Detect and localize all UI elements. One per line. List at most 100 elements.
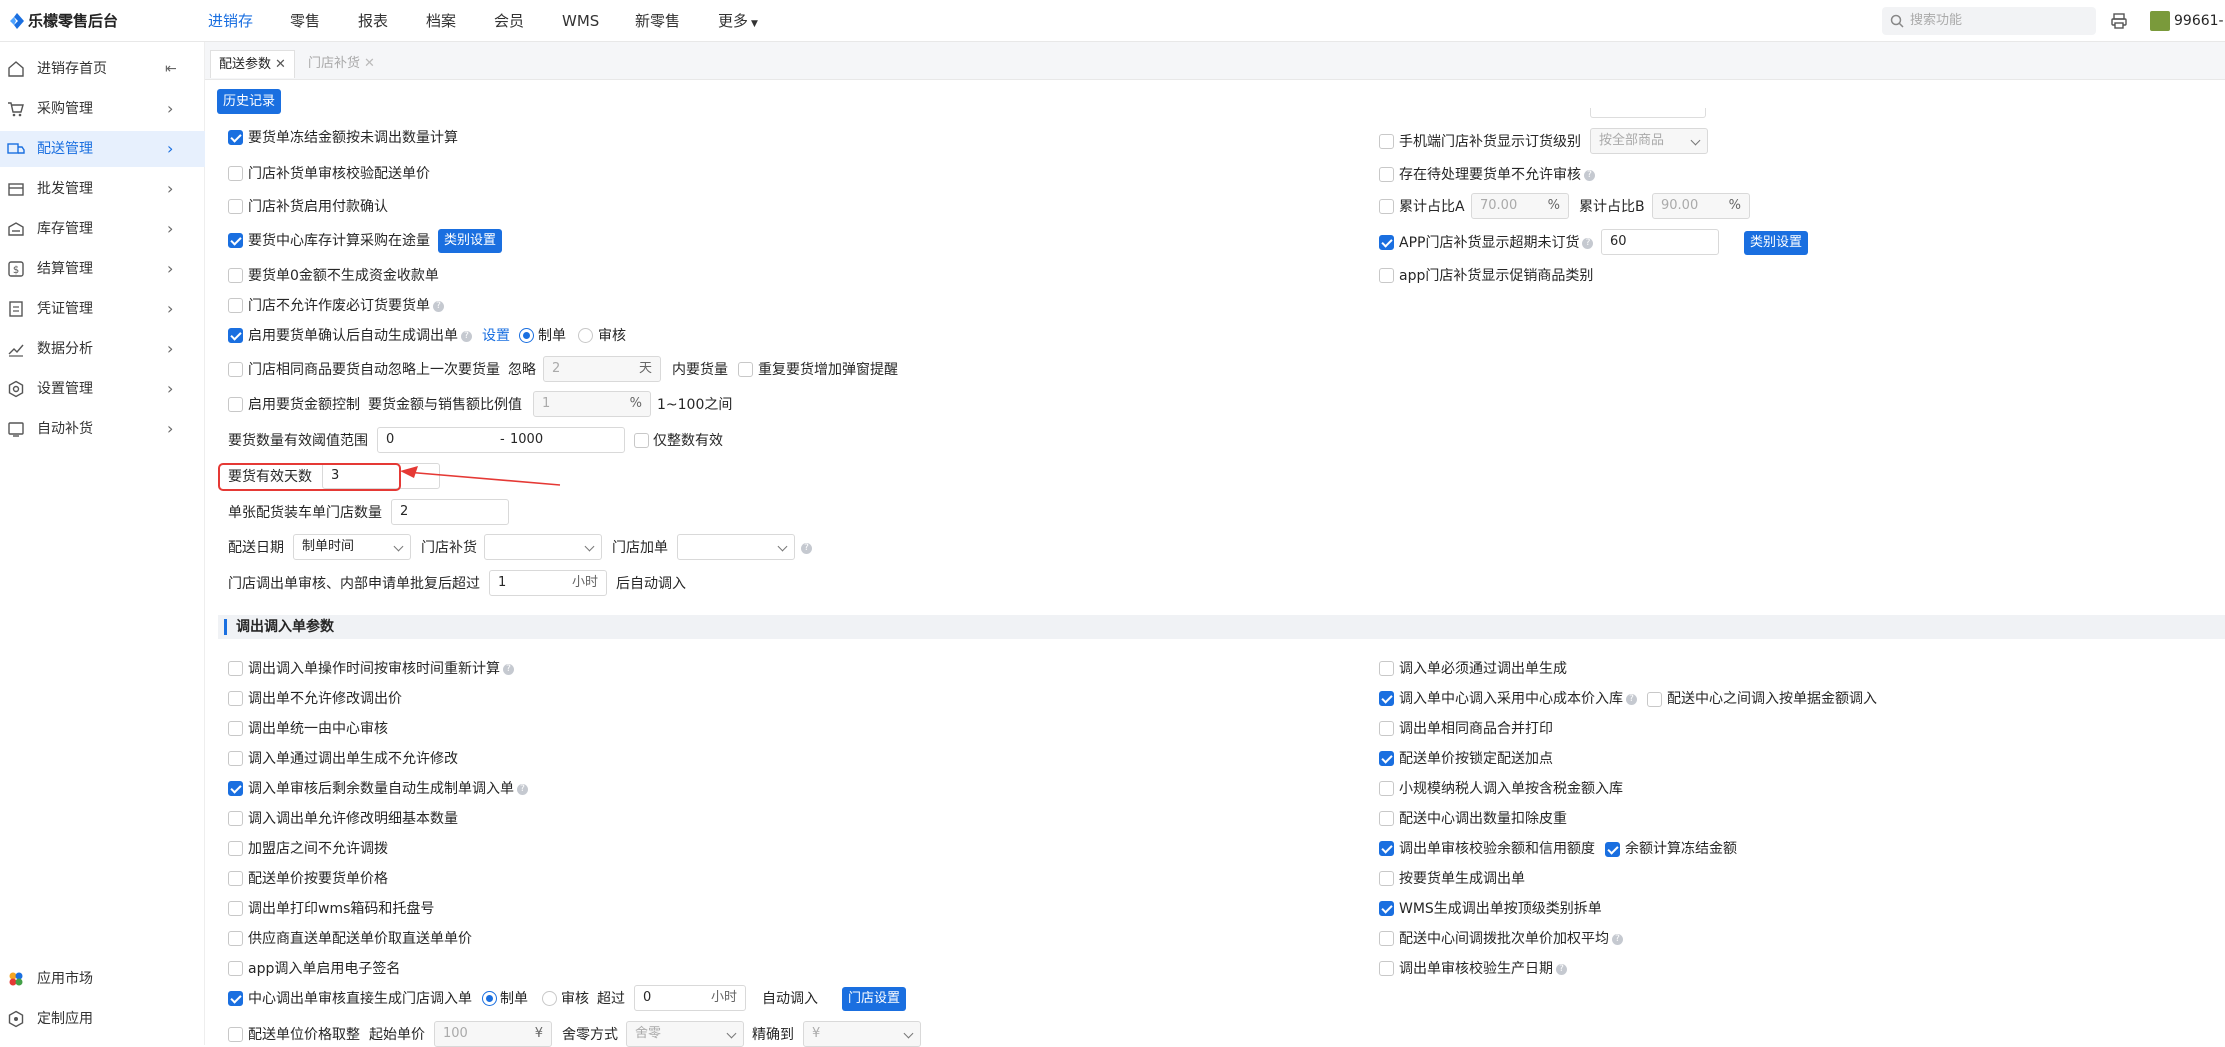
precision-select[interactable]: ¥ [803, 1021, 921, 1047]
help-icon[interactable]: ? [1582, 237, 1594, 249]
help-icon[interactable]: ? [1584, 169, 1595, 181]
checkbox[interactable] [228, 328, 243, 343]
checkbox[interactable] [1379, 781, 1394, 796]
ratio-b-input[interactable]: 90.00% [1652, 193, 1750, 219]
search-box[interactable]: 搜索功能 [1882, 7, 2096, 35]
checkbox[interactable] [1379, 841, 1394, 856]
topnav-item-1[interactable]: 零售 [290, 0, 320, 42]
tab-delivery-params[interactable]: 配送参数 ✕ [210, 50, 295, 78]
checkbox[interactable] [228, 841, 243, 856]
checkbox[interactable] [1605, 841, 1620, 857]
close-icon[interactable]: ✕ [364, 56, 375, 71]
overdue-days-input[interactable]: 60 [1601, 229, 1719, 255]
sidebar-item-inventory[interactable]: 库存管理 › [0, 211, 205, 247]
order-level-select[interactable]: 按全部商品 [1590, 128, 1708, 154]
topnav-item-0[interactable]: 进销存 [208, 0, 253, 42]
auto-in-hours-input[interactable]: 1 小时 [489, 570, 607, 596]
collapse-icon[interactable]: ⇤ [165, 51, 177, 87]
sidebar-item-custom-app[interactable]: 定制应用 [0, 1001, 205, 1037]
ratio-input[interactable]: 1% [533, 391, 651, 417]
tab-store-replenish[interactable]: 门店补货 ✕ [300, 50, 383, 78]
topnav-item-6[interactable]: 新零售 [635, 0, 680, 42]
help-icon[interactable]: ? [461, 330, 472, 342]
setting-link[interactable]: 设置 [482, 324, 510, 348]
topnav-item-2[interactable]: 报表 [358, 0, 388, 42]
help-icon[interactable]: ? [801, 543, 812, 554]
help-icon[interactable]: ? [1626, 693, 1637, 705]
checkbox[interactable] [228, 130, 243, 145]
checkbox[interactable] [1379, 691, 1394, 706]
checkbox[interactable] [1379, 199, 1394, 214]
help-icon[interactable]: ? [1612, 933, 1623, 945]
help-icon[interactable]: ? [517, 783, 528, 795]
sidebar-item-settings[interactable]: 设置管理 › [0, 371, 205, 407]
checkbox[interactable] [228, 233, 243, 248]
sidebar-item-settlement[interactable]: $ 结算管理 › [0, 251, 205, 287]
checkbox[interactable] [1379, 961, 1394, 976]
checkbox[interactable] [228, 871, 243, 886]
category-settings-button[interactable]: 类别设置 [438, 229, 503, 253]
checkbox[interactable] [228, 961, 243, 976]
checkbox[interactable] [738, 362, 753, 377]
ratio-a-input[interactable]: 70.00% [1471, 193, 1569, 219]
checkbox[interactable] [228, 362, 243, 377]
sidebar-item-app-market[interactable]: 应用市场 [0, 961, 205, 997]
checkbox[interactable] [1379, 721, 1394, 736]
store-replenish-select[interactable] [484, 534, 602, 560]
checkbox[interactable] [1379, 268, 1394, 283]
checkbox[interactable] [1379, 134, 1394, 149]
sidebar-item-home[interactable]: 进销存首页 ⇤ [0, 51, 205, 87]
checkbox[interactable] [228, 901, 243, 916]
start-price-input[interactable]: 100 ¥ [434, 1021, 552, 1047]
checkbox[interactable] [228, 691, 243, 706]
topnav-item-4[interactable]: 会员 [494, 0, 524, 42]
history-button[interactable]: 历史记录 [217, 89, 282, 114]
checkbox[interactable] [1379, 661, 1394, 676]
checkbox[interactable] [1379, 751, 1394, 766]
threshold-range-input[interactable]: 0 - 1000 [377, 427, 625, 453]
topnav-item-5[interactable]: WMS [562, 0, 599, 42]
sidebar-item-purchase[interactable]: 采购管理 › [0, 91, 205, 127]
help-icon[interactable]: ? [503, 663, 514, 675]
checkbox[interactable] [228, 991, 243, 1006]
checkbox[interactable] [1379, 901, 1394, 916]
checkbox[interactable] [228, 298, 243, 313]
checkbox[interactable] [228, 199, 243, 214]
checkbox[interactable] [228, 268, 243, 283]
radio-draft[interactable] [482, 991, 497, 1006]
close-icon[interactable]: ✕ [275, 57, 286, 72]
round-mode-select[interactable]: 舍零 [626, 1021, 744, 1047]
checkbox[interactable] [228, 931, 243, 946]
sidebar-item-auto-replenish[interactable]: 自动补货 › [0, 411, 205, 447]
sidebar-item-analytics[interactable]: 数据分析 › [0, 331, 205, 367]
checkbox[interactable] [228, 1027, 243, 1042]
topnav-item-7[interactable]: 更多 ▼ [718, 0, 758, 42]
checkbox[interactable] [228, 397, 243, 412]
checkbox[interactable] [1647, 691, 1662, 707]
checkbox[interactable] [228, 661, 243, 676]
checkbox[interactable] [228, 781, 243, 796]
sidebar-item-delivery[interactable]: 配送管理 › [0, 131, 205, 167]
help-icon[interactable]: ? [433, 300, 444, 312]
checkbox[interactable] [228, 721, 243, 736]
topnav-item-3[interactable]: 档案 [426, 0, 456, 42]
radio-audit[interactable] [578, 328, 593, 343]
checkbox[interactable] [634, 433, 649, 448]
help-icon[interactable]: ? [1556, 963, 1567, 975]
checkbox[interactable] [228, 166, 243, 181]
avatar[interactable] [2150, 11, 2170, 31]
sidebar-item-voucher[interactable]: 凭证管理 › [0, 291, 205, 327]
radio-draft[interactable] [519, 328, 534, 343]
radio-audit[interactable] [542, 991, 557, 1006]
printer-icon[interactable] [2110, 12, 2128, 30]
search-input[interactable]: 搜索功能 [1910, 7, 1962, 35]
checkbox[interactable] [228, 811, 243, 826]
ignore-days-input[interactable]: 2天 [543, 356, 661, 382]
sidebar-item-wholesale[interactable]: 批发管理 › [0, 171, 205, 207]
checkbox[interactable] [1379, 871, 1394, 886]
checkbox[interactable] [1379, 931, 1394, 946]
checkbox[interactable] [228, 751, 243, 766]
checkbox[interactable] [1379, 811, 1394, 826]
delivery-date-select[interactable]: 制单时间 [293, 534, 411, 560]
store-settings-button[interactable]: 门店设置 [842, 987, 907, 1011]
